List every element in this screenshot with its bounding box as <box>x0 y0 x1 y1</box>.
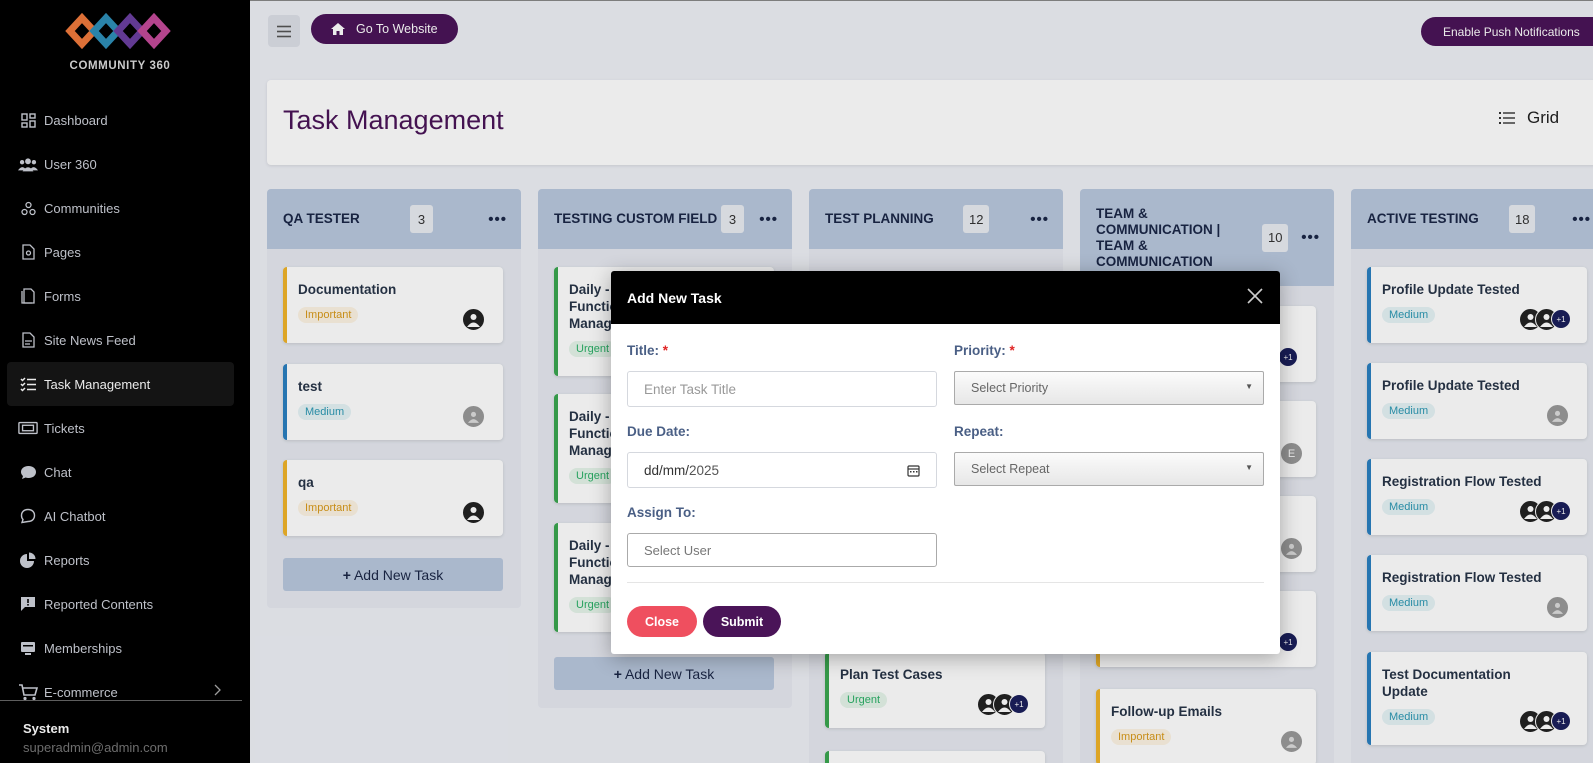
due-date-input[interactable]: dd/mm/2025 <box>627 452 937 488</box>
title-input[interactable]: Enter Task Title <box>627 371 937 407</box>
repeat-label: Repeat: <box>954 424 1004 439</box>
required-mark: * <box>1009 343 1015 358</box>
close-icon[interactable] <box>1246 287 1264 308</box>
assign-placeholder: Select User <box>644 542 712 558</box>
required-mark: * <box>662 343 669 358</box>
repeat-select[interactable]: Select Repeat ▼ <box>954 452 1264 486</box>
due-date-placeholder: dd/mm/ <box>644 462 690 478</box>
repeat-value: Select Repeat <box>971 462 1050 476</box>
add-task-modal: Add New Task Title: * Enter Task Title P… <box>611 271 1280 654</box>
modal-divider <box>627 582 1264 583</box>
close-button[interactable]: Close <box>627 606 697 637</box>
priority-label: Priority: * <box>954 343 1015 358</box>
calendar-icon[interactable] <box>907 464 920 480</box>
priority-select[interactable]: Select Priority ▼ <box>954 371 1264 405</box>
modal-header: Add New Task <box>611 271 1280 324</box>
due-date-label: Due Date: <box>627 424 691 439</box>
assign-user-select[interactable]: Select User <box>627 533 937 567</box>
title-placeholder: Enter Task Title <box>644 381 737 397</box>
title-label: Title: * <box>627 343 669 358</box>
dropdown-arrow-icon: ▼ <box>1245 463 1253 472</box>
assign-to-label: Assign To: <box>627 505 696 520</box>
submit-button[interactable]: Submit <box>703 606 781 637</box>
modal-title: Add New Task <box>627 289 722 306</box>
dropdown-arrow-icon: ▼ <box>1245 382 1253 391</box>
priority-value: Select Priority <box>971 381 1049 395</box>
due-date-year: 2025 <box>689 462 720 478</box>
